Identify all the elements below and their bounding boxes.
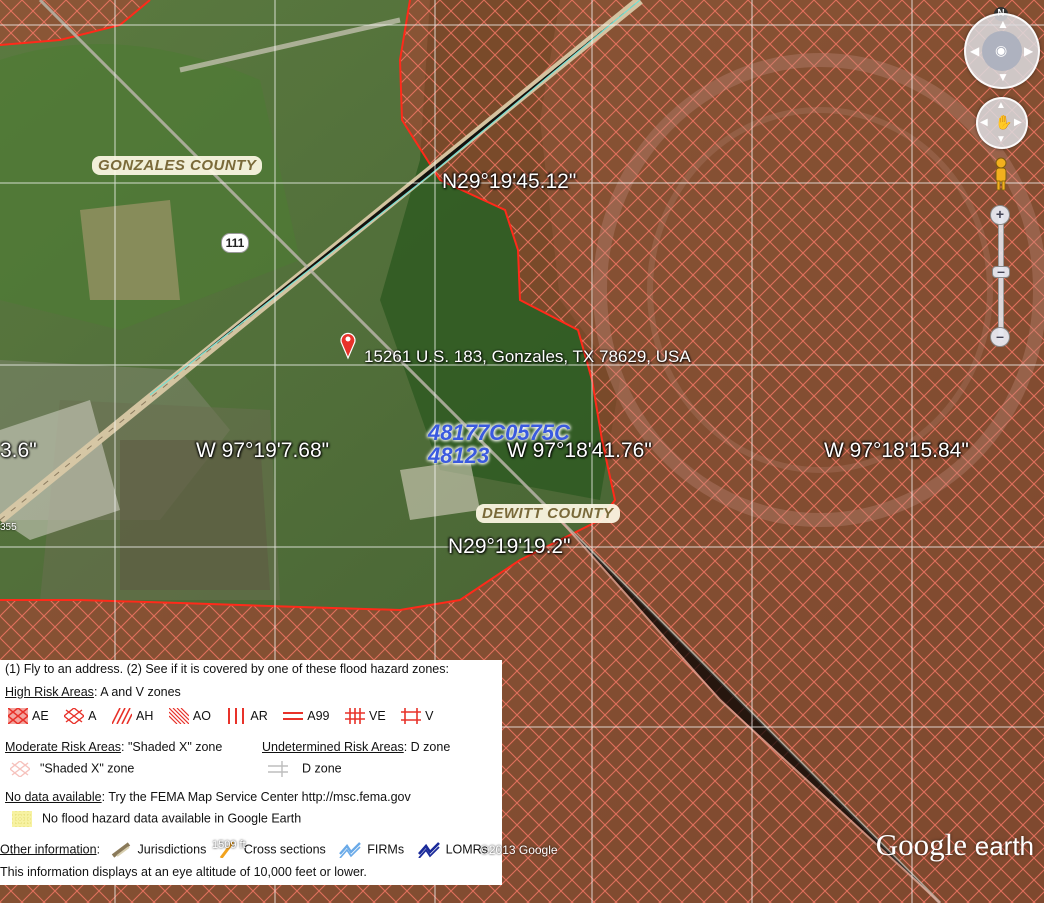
undetermined-heading[interactable]: Undetermined Risk Areas: [262, 740, 404, 754]
legend-shaded-x-item: "Shaded X" zone: [10, 761, 134, 777]
zone-a99-icon: [283, 712, 304, 720]
look-down-arrow-icon[interactable]: ▼: [997, 71, 1009, 83]
zone-v: V: [401, 708, 434, 724]
copyright-text: ©2013 Google: [480, 843, 558, 857]
latitude-label-bottom: N29°19'19.2": [448, 535, 571, 558]
legend-no-data-row: No data available: Try the FEMA Map Serv…: [5, 790, 411, 804]
other-heading[interactable]: Other information: [0, 842, 97, 856]
look-up-arrow-icon[interactable]: ▲: [997, 18, 1009, 30]
high-risk-text: : A and V zones: [93, 685, 181, 699]
zoom-in-button[interactable]: +: [990, 205, 1010, 225]
pan-right-arrow-icon[interactable]: ▶: [1014, 118, 1022, 128]
zone-ve: VE: [345, 708, 386, 724]
longitude-label-1: W 97°19'7.68": [196, 439, 330, 462]
high-risk-heading[interactable]: High Risk Areas: [5, 685, 94, 699]
street-view-pegman-icon[interactable]: [991, 157, 1011, 193]
pan-down-arrow-icon[interactable]: ▼: [996, 135, 1006, 145]
zone-v-icon: [401, 708, 422, 724]
zone-a: A: [64, 708, 97, 724]
google-earth-logo: Google earth: [875, 827, 1034, 862]
zoom-slider-handle[interactable]: –: [992, 264, 1010, 278]
zone-ah-icon: [112, 708, 132, 724]
zone-ae: AE: [8, 708, 49, 724]
longitude-label-3: W 97°18'15.84": [824, 439, 969, 462]
zone-shaded-x-icon: [10, 761, 30, 777]
zone-ar: AR: [226, 708, 268, 724]
zone-ve-icon: [345, 708, 365, 724]
longitude-label-2: W 97°18'41.76": [507, 439, 652, 462]
look-right-arrow-icon[interactable]: ▶: [1024, 45, 1033, 57]
legend-undetermined-row: Undetermined Risk Areas: D zone: [262, 740, 450, 754]
county-label-dewitt: DEWITT COUNTY: [476, 504, 620, 523]
moderate-heading[interactable]: Moderate Risk Areas: [5, 740, 121, 754]
latitude-label-top: N29°19'45.12": [442, 170, 577, 193]
flood-legend-panel: (1) Fly to an address. (2) See if it is …: [0, 660, 502, 885]
zone-a99: A99: [283, 708, 330, 724]
look-left-arrow-icon[interactable]: ◀: [970, 45, 979, 57]
zone-ah: AH: [112, 708, 153, 724]
pan-control[interactable]: ▲ ▼ ◀ ▶ ✋: [976, 97, 1028, 149]
legend-intro: (1) Fly to an address. (2) See if it is …: [5, 662, 449, 676]
zone-a-icon: [64, 708, 85, 724]
pan-up-arrow-icon[interactable]: ▲: [996, 101, 1006, 111]
jurisdictions-icon: [111, 842, 130, 858]
road-shield-111: 111: [221, 233, 249, 253]
firms-icon: [339, 842, 362, 858]
pan-left-arrow-icon[interactable]: ◀: [980, 118, 988, 128]
address-label[interactable]: 15261 U.S. 183, Gonzales, TX 78629, USA: [364, 347, 691, 367]
elevation-marker: 1509 ft: [212, 839, 246, 851]
zone-no-data-icon: [12, 811, 32, 827]
legend-d-zone-item: D zone: [268, 761, 342, 777]
edge-label: 355: [0, 522, 17, 533]
legend-moderate-row: Moderate Risk Areas: "Shaded X" zone: [5, 740, 222, 754]
zone-ae-icon: [8, 708, 28, 724]
look-around-control[interactable]: ▲ ▼ ◀ ▶ ◉: [964, 13, 1040, 89]
legend-high-risk-row: High Risk Areas: A and V zones: [5, 685, 181, 699]
firm-panel-label-2: 48123: [428, 443, 490, 468]
longitude-label-partial: 3.6": [0, 439, 37, 462]
zone-ao: AO: [168, 708, 211, 724]
zone-ao-icon: [168, 708, 189, 724]
no-data-text: : Try the FEMA Map Service Center http:/…: [101, 790, 411, 804]
county-label-gonzales: GONZALES COUNTY: [92, 156, 263, 175]
legend-zone-symbols: AE A AH AO AR A99 VE V: [8, 708, 446, 724]
lomrs-icon: [417, 842, 440, 858]
no-data-heading[interactable]: No data available: [5, 790, 102, 804]
eye-icon: ◉: [995, 42, 1008, 58]
zone-d-icon: [268, 761, 288, 777]
undetermined-text: : D zone: [403, 740, 451, 754]
moderate-text: : "Shaded X" zone: [121, 740, 223, 754]
zoom-out-button[interactable]: –: [990, 327, 1010, 347]
legend-no-data-item: No flood hazard data available in Google…: [12, 811, 301, 827]
pan-hand-icon: ✋: [995, 114, 1013, 130]
zone-ar-icon: [228, 708, 245, 724]
legend-footer: This information displays at an eye alti…: [0, 865, 367, 879]
